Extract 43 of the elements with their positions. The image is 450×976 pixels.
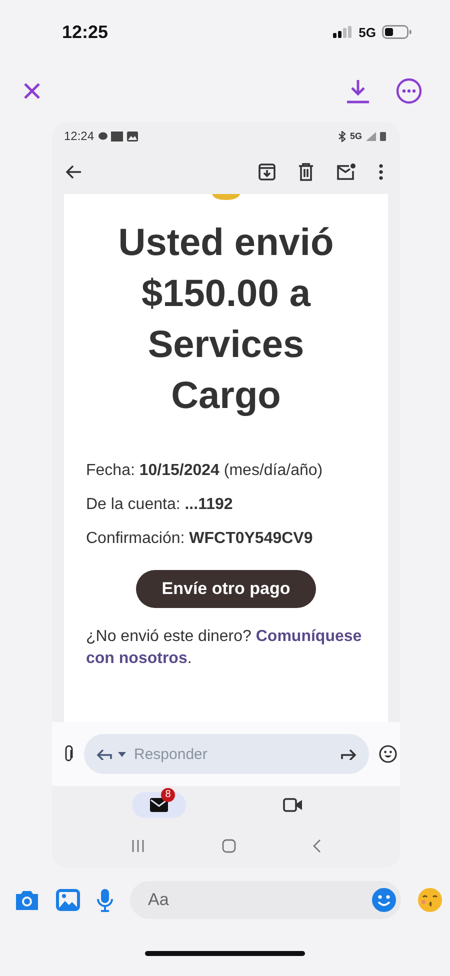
camera-button[interactable] (14, 889, 40, 911)
notification-icons (98, 130, 140, 142)
message-bar[interactable]: Aa (130, 881, 401, 919)
caret-icon (118, 752, 126, 756)
forward-icon (341, 748, 357, 760)
signal-icon (366, 132, 376, 140)
reply-icon (96, 748, 112, 760)
gallery-button[interactable] (56, 889, 80, 911)
download-button[interactable] (346, 78, 370, 104)
battery-icon (382, 25, 412, 39)
emoji-icon (371, 887, 397, 913)
network-label: 5G (350, 131, 362, 141)
status-time: 12:25 (62, 22, 108, 42)
video-icon (283, 798, 303, 812)
status-time: 12:24 (64, 129, 94, 143)
send-payment-button[interactable]: Envíe otro pago (136, 570, 316, 608)
mark-unread-button[interactable] (336, 163, 356, 181)
help-text: ¿No envió este dinero? Comuníquese con nosotros. (86, 627, 363, 669)
back-button[interactable] (66, 165, 82, 179)
close-button[interactable] (22, 81, 42, 101)
recents-button[interactable] (130, 839, 145, 853)
microphone-button[interactable] (96, 888, 114, 912)
emoji-button[interactable] (417, 887, 443, 913)
more-button[interactable] (378, 164, 384, 180)
delete-button[interactable] (298, 163, 314, 181)
attach-button[interactable] (64, 745, 74, 763)
reply-field[interactable]: Responder (132, 744, 335, 764)
more-button[interactable] (396, 78, 422, 104)
email-title: Usted envió $150.00 a Services Cargo (117, 221, 335, 419)
network-label: 5G (358, 24, 376, 40)
detail-line: Fecha: 10/15/2024 (mes/día/año) (86, 461, 324, 481)
archive-button[interactable] (258, 163, 276, 181)
detail-line: Confirmación: WFCT0Y549CV9 (86, 529, 314, 549)
home-button[interactable] (222, 839, 236, 853)
detail-line: De la cuenta: ...1192 (86, 495, 234, 515)
reply-bar[interactable]: Responder (84, 734, 369, 774)
mail-icon (150, 798, 168, 812)
message-field[interactable]: Aa (146, 889, 371, 911)
unread-count: 8 (161, 788, 175, 802)
bluetooth-icon (338, 130, 346, 142)
battery-icon (380, 131, 386, 141)
signal-icon (332, 26, 353, 38)
emoji-button[interactable] (379, 745, 397, 763)
